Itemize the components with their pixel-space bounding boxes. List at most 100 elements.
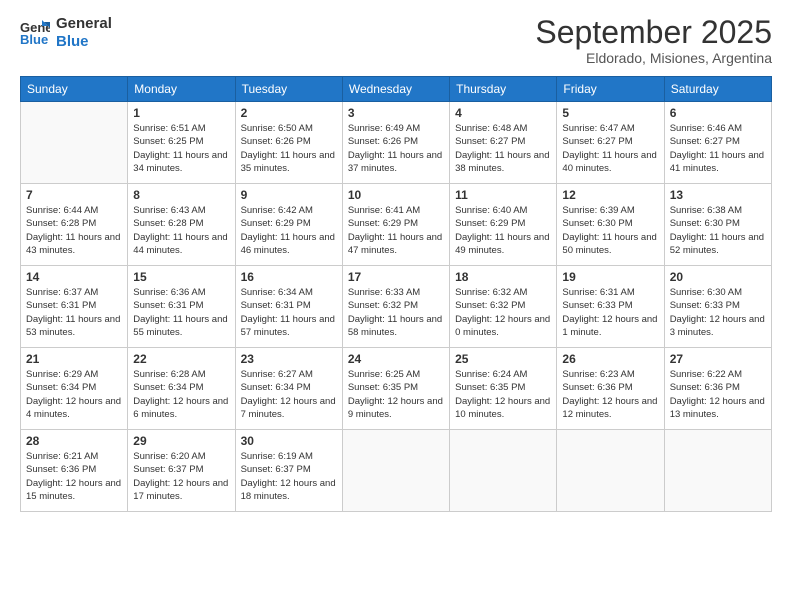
calendar-cell: 10Sunrise: 6:41 AM Sunset: 6:29 PM Dayli… [342, 184, 449, 266]
calendar-cell: 12 Sunrise: 6:39 AM Sunset: 6:30 PM Dayli… [557, 184, 664, 266]
day-info: Sunrise: 6:25 AM Sunset: 6:35 PM Dayligh… [348, 368, 444, 421]
day-number: 25 [455, 352, 551, 366]
day-info: Sunrise: 6:48 AM Sunset: 6:27 PM Dayligh… [455, 122, 551, 175]
day-number: 29 [133, 434, 229, 448]
day-number: 20 [670, 270, 766, 284]
logo-icon: General Blue [20, 18, 50, 48]
day-number: 23 [241, 352, 337, 366]
day-number: 30 [241, 434, 337, 448]
month-title: September 2025 [535, 15, 772, 50]
day-number: 7 [26, 188, 122, 202]
day-number: 14 [26, 270, 122, 284]
weekday-header-wednesday: Wednesday [342, 77, 449, 102]
logo-line1: General [56, 15, 112, 33]
day-info: Sunrise: 6:29 AM Sunset: 6:34 PM Dayligh… [26, 368, 122, 421]
day-number: 21 [26, 352, 122, 366]
location-subtitle: Eldorado, Misiones, Argentina [535, 50, 772, 66]
day-info: Sunrise: 6:46 AM Sunset: 6:27 PM Dayligh… [670, 122, 766, 175]
calendar-cell: 24 Sunrise: 6:25 AM Sunset: 6:35 PM Dayli… [342, 348, 449, 430]
calendar-cell: 2Sunrise: 6:50 AM Sunset: 6:26 PM Daylig… [235, 102, 342, 184]
calendar-cell: 16Sunrise: 6:34 AM Sunset: 6:31 PM Dayli… [235, 266, 342, 348]
weekday-header-saturday: Saturday [664, 77, 771, 102]
day-info: Sunrise: 6:42 AM Sunset: 6:29 PM Dayligh… [241, 204, 337, 257]
calendar-cell: 23 Sunrise: 6:27 AM Sunset: 6:34 PM Dayli… [235, 348, 342, 430]
day-number: 24 [348, 352, 444, 366]
calendar-cell: 21 Sunrise: 6:29 AM Sunset: 6:34 PM Dayli… [21, 348, 128, 430]
calendar-cell: 26 Sunrise: 6:23 AM Sunset: 6:36 PM Dayli… [557, 348, 664, 430]
day-number: 27 [670, 352, 766, 366]
day-info: Sunrise: 6:39 AM Sunset: 6:30 PM Dayligh… [562, 204, 658, 257]
calendar-cell: 15 Sunrise: 6:36 AM Sunset: 6:31 PM Dayli… [128, 266, 235, 348]
calendar-cell: 13 Sunrise: 6:38 AM Sunset: 6:30 PM Dayli… [664, 184, 771, 266]
day-info: Sunrise: 6:23 AM Sunset: 6:36 PM Dayligh… [562, 368, 658, 421]
day-info: Sunrise: 6:24 AM Sunset: 6:35 PM Dayligh… [455, 368, 551, 421]
calendar-cell [557, 430, 664, 512]
calendar-cell: 7 Sunrise: 6:44 AM Sunset: 6:28 PM Daylig… [21, 184, 128, 266]
day-info: Sunrise: 6:21 AM Sunset: 6:36 PM Dayligh… [26, 450, 122, 503]
day-info: Sunrise: 6:36 AM Sunset: 6:31 PM Dayligh… [133, 286, 229, 339]
day-number: 9 [241, 188, 337, 202]
day-number: 4 [455, 106, 551, 120]
day-number: 13 [670, 188, 766, 202]
day-number: 8 [133, 188, 229, 202]
calendar-cell: 3 Sunrise: 6:49 AM Sunset: 6:26 PM Daylig… [342, 102, 449, 184]
calendar-cell: 14 Sunrise: 6:37 AM Sunset: 6:31 PM Dayli… [21, 266, 128, 348]
svg-text:Blue: Blue [20, 32, 48, 47]
calendar-cell: 5 Sunrise: 6:47 AM Sunset: 6:27 PM Daylig… [557, 102, 664, 184]
calendar-cell: 25 Sunrise: 6:24 AM Sunset: 6:35 PM Dayli… [450, 348, 557, 430]
day-info: Sunrise: 6:22 AM Sunset: 6:36 PM Dayligh… [670, 368, 766, 421]
day-info: Sunrise: 6:37 AM Sunset: 6:31 PM Dayligh… [26, 286, 122, 339]
title-block: September 2025 Eldorado, Misiones, Argen… [535, 15, 772, 66]
weekday-header-sunday: Sunday [21, 77, 128, 102]
calendar-cell [450, 430, 557, 512]
day-info: Sunrise: 6:33 AM Sunset: 6:32 PM Dayligh… [348, 286, 444, 339]
day-info: Sunrise: 6:32 AM Sunset: 6:32 PM Dayligh… [455, 286, 551, 339]
calendar-cell [342, 430, 449, 512]
day-number: 5 [562, 106, 658, 120]
calendar-cell: 9 Sunrise: 6:42 AM Sunset: 6:29 PM Daylig… [235, 184, 342, 266]
day-info: Sunrise: 6:19 AM Sunset: 6:37 PM Dayligh… [241, 450, 337, 503]
day-number: 3 [348, 106, 444, 120]
logo-line2: Blue [56, 33, 112, 51]
day-number: 10 [348, 188, 444, 202]
calendar-cell: 20 Sunrise: 6:30 AM Sunset: 6:33 PM Dayli… [664, 266, 771, 348]
weekday-header-monday: Monday [128, 77, 235, 102]
weekday-header-thursday: Thursday [450, 77, 557, 102]
calendar-cell [664, 430, 771, 512]
day-info: Sunrise: 6:28 AM Sunset: 6:34 PM Dayligh… [133, 368, 229, 421]
calendar-cell: 4 Sunrise: 6:48 AM Sunset: 6:27 PM Daylig… [450, 102, 557, 184]
calendar-cell: 8 Sunrise: 6:43 AM Sunset: 6:28 PM Daylig… [128, 184, 235, 266]
calendar-cell: 30 Sunrise: 6:19 AM Sunset: 6:37 PM Dayli… [235, 430, 342, 512]
day-number: 22 [133, 352, 229, 366]
day-number: 6 [670, 106, 766, 120]
day-info: Sunrise: 6:38 AM Sunset: 6:30 PM Dayligh… [670, 204, 766, 257]
calendar-cell: 27 Sunrise: 6:22 AM Sunset: 6:36 PM Dayli… [664, 348, 771, 430]
day-info: Sunrise: 6:30 AM Sunset: 6:33 PM Dayligh… [670, 286, 766, 339]
day-number: 16 [241, 270, 337, 284]
day-info: Sunrise: 6:47 AM Sunset: 6:27 PM Dayligh… [562, 122, 658, 175]
calendar-cell: 6 Sunrise: 6:46 AM Sunset: 6:27 PM Daylig… [664, 102, 771, 184]
day-info: Sunrise: 6:27 AM Sunset: 6:34 PM Dayligh… [241, 368, 337, 421]
day-info: Sunrise: 6:31 AM Sunset: 6:33 PM Dayligh… [562, 286, 658, 339]
calendar-table: SundayMondayTuesdayWednesdayThursdayFrid… [20, 76, 772, 512]
calendar-cell: 17 Sunrise: 6:33 AM Sunset: 6:32 PM Dayli… [342, 266, 449, 348]
calendar-cell: 18Sunrise: 6:32 AM Sunset: 6:32 PM Dayli… [450, 266, 557, 348]
day-number: 28 [26, 434, 122, 448]
calendar-cell: 19 Sunrise: 6:31 AM Sunset: 6:33 PM Dayli… [557, 266, 664, 348]
day-number: 11 [455, 188, 551, 202]
day-number: 19 [562, 270, 658, 284]
logo: General Blue General Blue [20, 15, 112, 51]
day-info: Sunrise: 6:44 AM Sunset: 6:28 PM Dayligh… [26, 204, 122, 257]
day-info: Sunrise: 6:40 AM Sunset: 6:29 PM Dayligh… [455, 204, 551, 257]
day-info: Sunrise: 6:43 AM Sunset: 6:28 PM Dayligh… [133, 204, 229, 257]
day-number: 17 [348, 270, 444, 284]
day-number: 2 [241, 106, 337, 120]
day-number: 12 [562, 188, 658, 202]
calendar-cell: 22 Sunrise: 6:28 AM Sunset: 6:34 PM Dayli… [128, 348, 235, 430]
calendar-cell: 28 Sunrise: 6:21 AM Sunset: 6:36 PM Dayli… [21, 430, 128, 512]
day-number: 26 [562, 352, 658, 366]
day-number: 15 [133, 270, 229, 284]
weekday-header-tuesday: Tuesday [235, 77, 342, 102]
day-info: Sunrise: 6:49 AM Sunset: 6:26 PM Dayligh… [348, 122, 444, 175]
day-info: Sunrise: 6:20 AM Sunset: 6:37 PM Dayligh… [133, 450, 229, 503]
